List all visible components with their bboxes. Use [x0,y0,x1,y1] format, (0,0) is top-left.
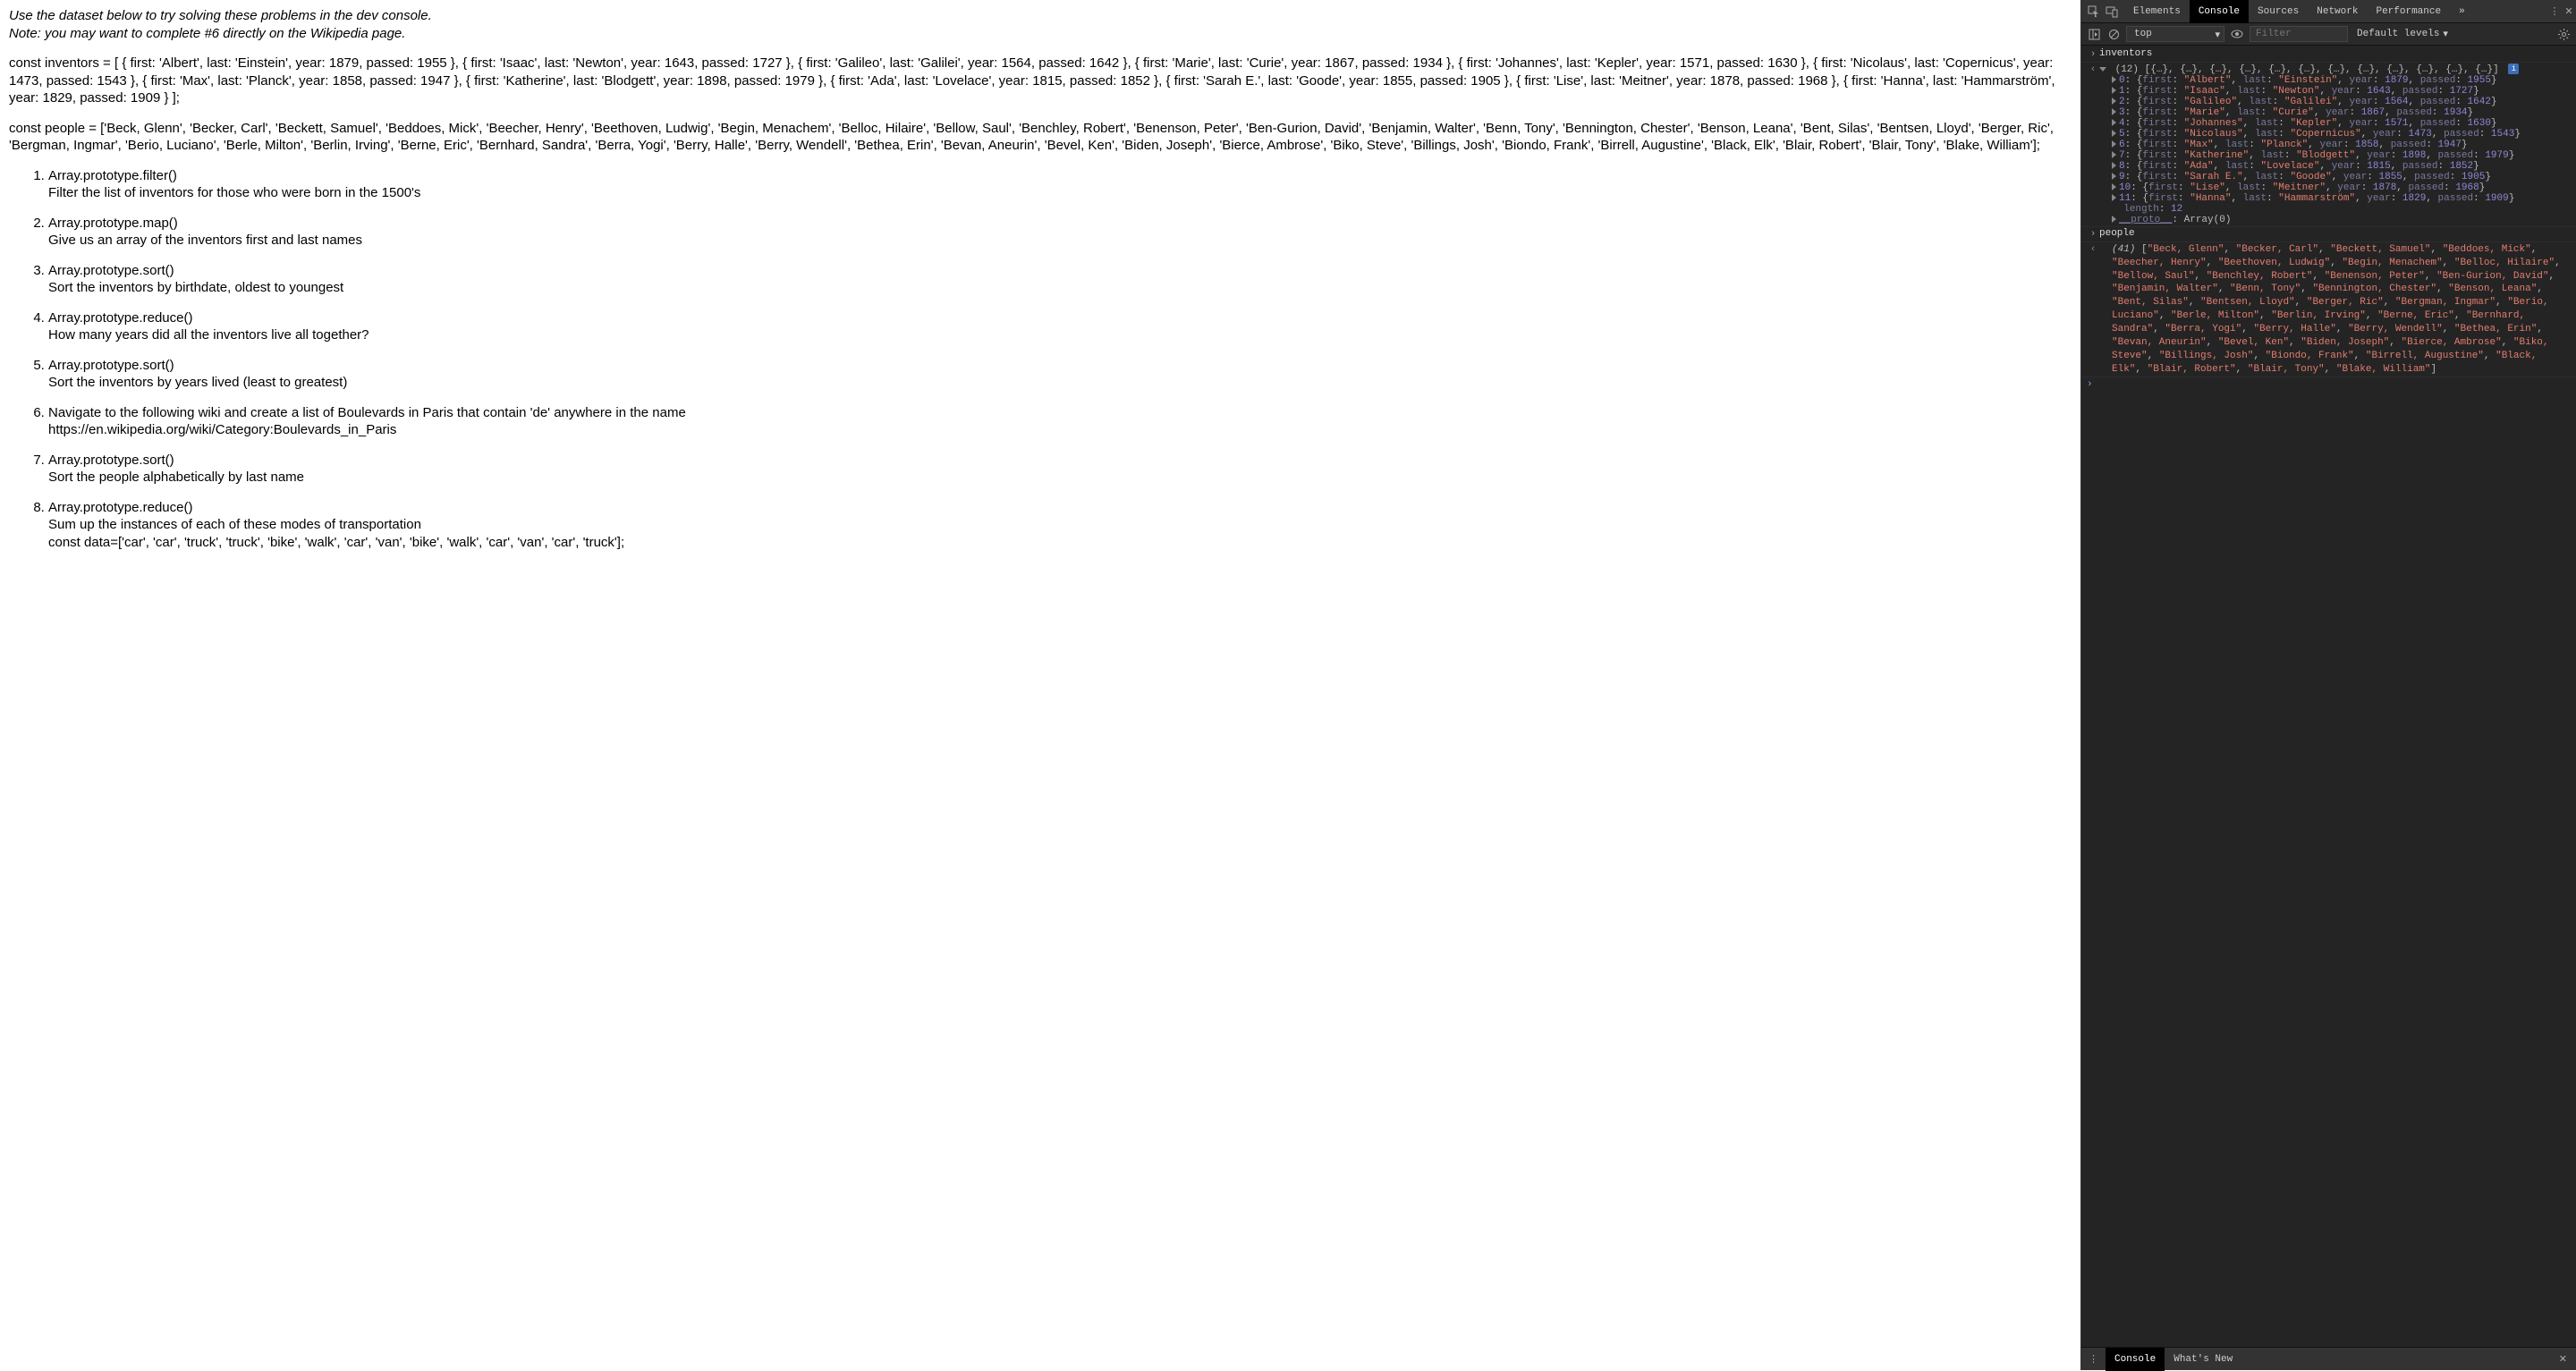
devtools-tab-network[interactable]: Network [2308,0,2367,23]
sidebar-toggle-icon[interactable] [2087,27,2101,41]
array-item[interactable]: 4: {first: "Johannes", last: "Kepler", y… [2099,118,2571,129]
drawer-close-icon[interactable]: ✕ [2550,1353,2576,1366]
people-code: const people = ['Beck, Glenn', 'Becker, … [9,120,2072,155]
expand-icon[interactable] [2112,162,2116,169]
drawer-tab-console[interactable]: Console [2106,1348,2165,1371]
inspect-icon[interactable] [2087,4,2101,19]
array-item[interactable]: 2: {first: "Galileo", last: "Galilei", y… [2099,97,2571,107]
array-item[interactable]: 6: {first: "Max", last: "Planck", year: … [2099,140,2571,150]
devtools-panel: ElementsConsoleSourcesNetworkPerformance… [2080,0,2576,1370]
expand-icon[interactable] [2112,97,2116,105]
array-item[interactable]: 3: {first: "Marie", last: "Curie", year:… [2099,107,2571,118]
drawer-menu-icon[interactable]: ⋮ [2081,1353,2106,1366]
problem-item: Array.prototype.sort()Sort the people al… [48,452,2072,487]
problem-heading: Array.prototype.reduce() [48,499,2072,517]
intro-text: Use the dataset below to try solving the… [9,7,2072,42]
expand-icon[interactable] [2112,194,2116,201]
kebab-icon[interactable]: ⋮ [2547,4,2562,19]
close-devtools-icon[interactable]: ✕ [2562,4,2576,19]
console-toolbar: top▾ Default levels▾ [2081,23,2576,46]
page-content: Use the dataset below to try solving the… [0,0,2080,1370]
devtools-tab-elements[interactable]: Elements [2124,0,2190,23]
problem-text: Filter the list of inventors for those w… [48,184,2072,202]
problem-heading: Array.prototype.map() [48,215,2072,233]
array-item[interactable]: 1: {first: "Isaac", last: "Newton", year… [2099,86,2571,97]
problem-heading: Navigate to the following wiki and creat… [48,404,2072,422]
expand-icon[interactable] [2112,119,2116,126]
more-tabs[interactable]: » [2450,0,2474,23]
array-length: length: 12 [2099,204,2571,215]
inventors-code: const inventors = [ { first: 'Albert', l… [9,55,2072,107]
problem-item: Array.prototype.map()Give us an array of… [48,215,2072,250]
expand-icon[interactable] [2112,183,2116,190]
expand-icon[interactable] [2112,108,2116,115]
array-proto[interactable]: __proto__: Array(0) [2099,215,2571,225]
expand-icon[interactable] [2112,173,2116,180]
filter-input[interactable] [2250,26,2348,42]
problem-text: Give us an array of the inventors first … [48,232,2072,250]
problem-heading: Array.prototype.sort() [48,452,2072,470]
problem-heading: Array.prototype.sort() [48,357,2072,375]
intro-line2: Note: you may want to complete #6 direct… [9,25,2072,43]
devtools-tab-performance[interactable]: Performance [2367,0,2450,23]
problem-item: Navigate to the following wiki and creat… [48,404,2072,439]
expand-icon[interactable] [2112,140,2116,148]
levels-selector[interactable]: Default levels▾ [2353,26,2452,42]
drawer-tab-what-s-new[interactable]: What's New [2165,1348,2241,1371]
problem-item: Array.prototype.sort()Sort the inventors… [48,262,2072,297]
problem-text: Sum up the instances of each of these mo… [48,516,2072,534]
expand-icon[interactable] [2112,216,2116,223]
console-input-echo: › inventors [2081,47,2576,63]
devtools-drawer: ⋮ ConsoleWhat's New ✕ [2081,1347,2576,1370]
device-icon[interactable] [2105,4,2119,19]
problem-item: Array.prototype.filter()Filter the list … [48,167,2072,202]
problem-text: Sort the inventors by birthdate, oldest … [48,279,2072,297]
eye-icon[interactable] [2230,27,2244,41]
clear-console-icon[interactable] [2106,27,2121,41]
problem-heading: Array.prototype.filter() [48,167,2072,185]
devtools-tabbar: ElementsConsoleSourcesNetworkPerformance… [2081,0,2576,23]
array-item[interactable]: 7: {first: "Katherine", last: "Blodgett"… [2099,150,2571,161]
problem-item: Array.prototype.sort()Sort the inventors… [48,357,2072,392]
intro-line1: Use the dataset below to try solving the… [9,7,2072,25]
problem-text: Sort the inventors by years lived (least… [48,374,2072,392]
array-item[interactable]: 11: {first: "Hanna", last: "Hammarström"… [2099,193,2571,204]
problem-heading: Array.prototype.sort() [48,262,2072,280]
console-prompt[interactable]: › [2081,377,2576,392]
problem-item: Array.prototype.reduce()How many years d… [48,309,2072,344]
problems-list: Array.prototype.filter()Filter the list … [9,167,2072,552]
problem-text: How many years did all the inventors liv… [48,326,2072,344]
array-summary[interactable]: (12) [{…}, {…}, {…}, {…}, {…}, {…}, {…},… [2099,63,2571,75]
problem-heading: Array.prototype.reduce() [48,309,2072,327]
array-item[interactable]: 0: {first: "Albert", last: "Einstein", y… [2099,75,2571,86]
array-item[interactable]: 10: {first: "Lise", last: "Meitner", yea… [2099,182,2571,193]
array-item[interactable]: 5: {first: "Nicolaus", last: "Copernicus… [2099,129,2571,140]
context-selector[interactable]: top▾ [2126,26,2224,42]
console-result: ‹ (41) ["Beck, Glenn", "Becker, Carl", "… [2081,242,2576,377]
info-icon[interactable]: i [2508,63,2519,74]
settings-icon[interactable] [2556,27,2571,41]
array-item[interactable]: 9: {first: "Sarah E.", last: "Goode", ye… [2099,172,2571,182]
devtools-tab-sources[interactable]: Sources [2249,0,2308,23]
expand-icon[interactable] [2112,76,2116,83]
problem-item: Array.prototype.reduce()Sum up the insta… [48,499,2072,552]
expand-icon[interactable] [2099,67,2106,72]
problem-text: const data=['car', 'car', 'truck', 'truc… [48,534,2072,552]
problem-text: Sort the people alphabetically by last n… [48,469,2072,487]
console-output[interactable]: › inventors ‹ (12) [{…}, {…}, {…}, {…}, … [2081,46,2576,1347]
console-input-echo: › people [2081,227,2576,242]
prompt-icon: › [2087,379,2093,390]
devtools-tab-console[interactable]: Console [2190,0,2249,23]
console-result: ‹ (12) [{…}, {…}, {…}, {…}, {…}, {…}, {…… [2081,63,2576,227]
array-item[interactable]: 8: {first: "Ada", last: "Lovelace", year… [2099,161,2571,172]
console-text: inventors [2099,48,2571,59]
problem-text: https://en.wikipedia.org/wiki/Category:B… [48,421,2072,439]
expand-icon[interactable] [2112,151,2116,158]
console-text: people [2099,228,2571,239]
expand-icon[interactable] [2112,87,2116,94]
expand-icon[interactable] [2112,130,2116,137]
